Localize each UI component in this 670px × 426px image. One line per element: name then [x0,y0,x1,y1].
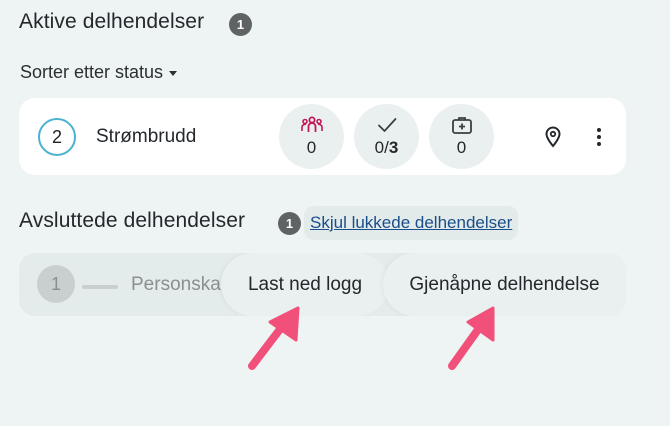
active-incident-card[interactable]: 2 Strømbrudd 0 0/3 0 [19,98,626,175]
arrow-annotation-download [248,306,300,370]
tasks-stat[interactable]: 0/3 [354,104,419,169]
checkmark-icon [377,117,396,132]
closed-count-badge: 1 [278,212,301,235]
incident-name: Strømbrudd [96,126,197,147]
persons-icon [300,116,323,132]
persons-stat[interactable]: 0 [279,104,344,169]
closed-incident-card[interactable]: 1 Personska Last ned logg Gjenåpne delhe… [19,253,626,316]
medical-stat[interactable]: 0 [429,104,494,169]
medical-kit-icon [451,116,472,134]
closed-incident-number: 1 [37,265,75,303]
more-vertical-icon[interactable] [586,124,612,150]
active-section-title: Aktive delhendelser [19,10,205,33]
closed-section-title: Avsluttede delhendelser [19,209,246,232]
incident-number: 2 [38,118,76,156]
medical-count: 0 [456,137,467,157]
location-pin-icon[interactable] [540,124,566,150]
tasks-count: 0/3 [374,137,399,157]
arrow-annotation-reopen [448,306,495,370]
sort-dropdown[interactable]: Sorter etter status [20,62,178,83]
closed-incident-name: Personska [131,274,221,295]
caret-down-icon [169,71,178,76]
hide-closed-link[interactable]: Skjul lukkede delhendelser [304,206,519,240]
sort-label: Sorter etter status [20,62,164,82]
active-count-badge: 1 [229,13,252,36]
persons-count: 0 [306,137,317,157]
closed-incident-divider [82,285,118,289]
